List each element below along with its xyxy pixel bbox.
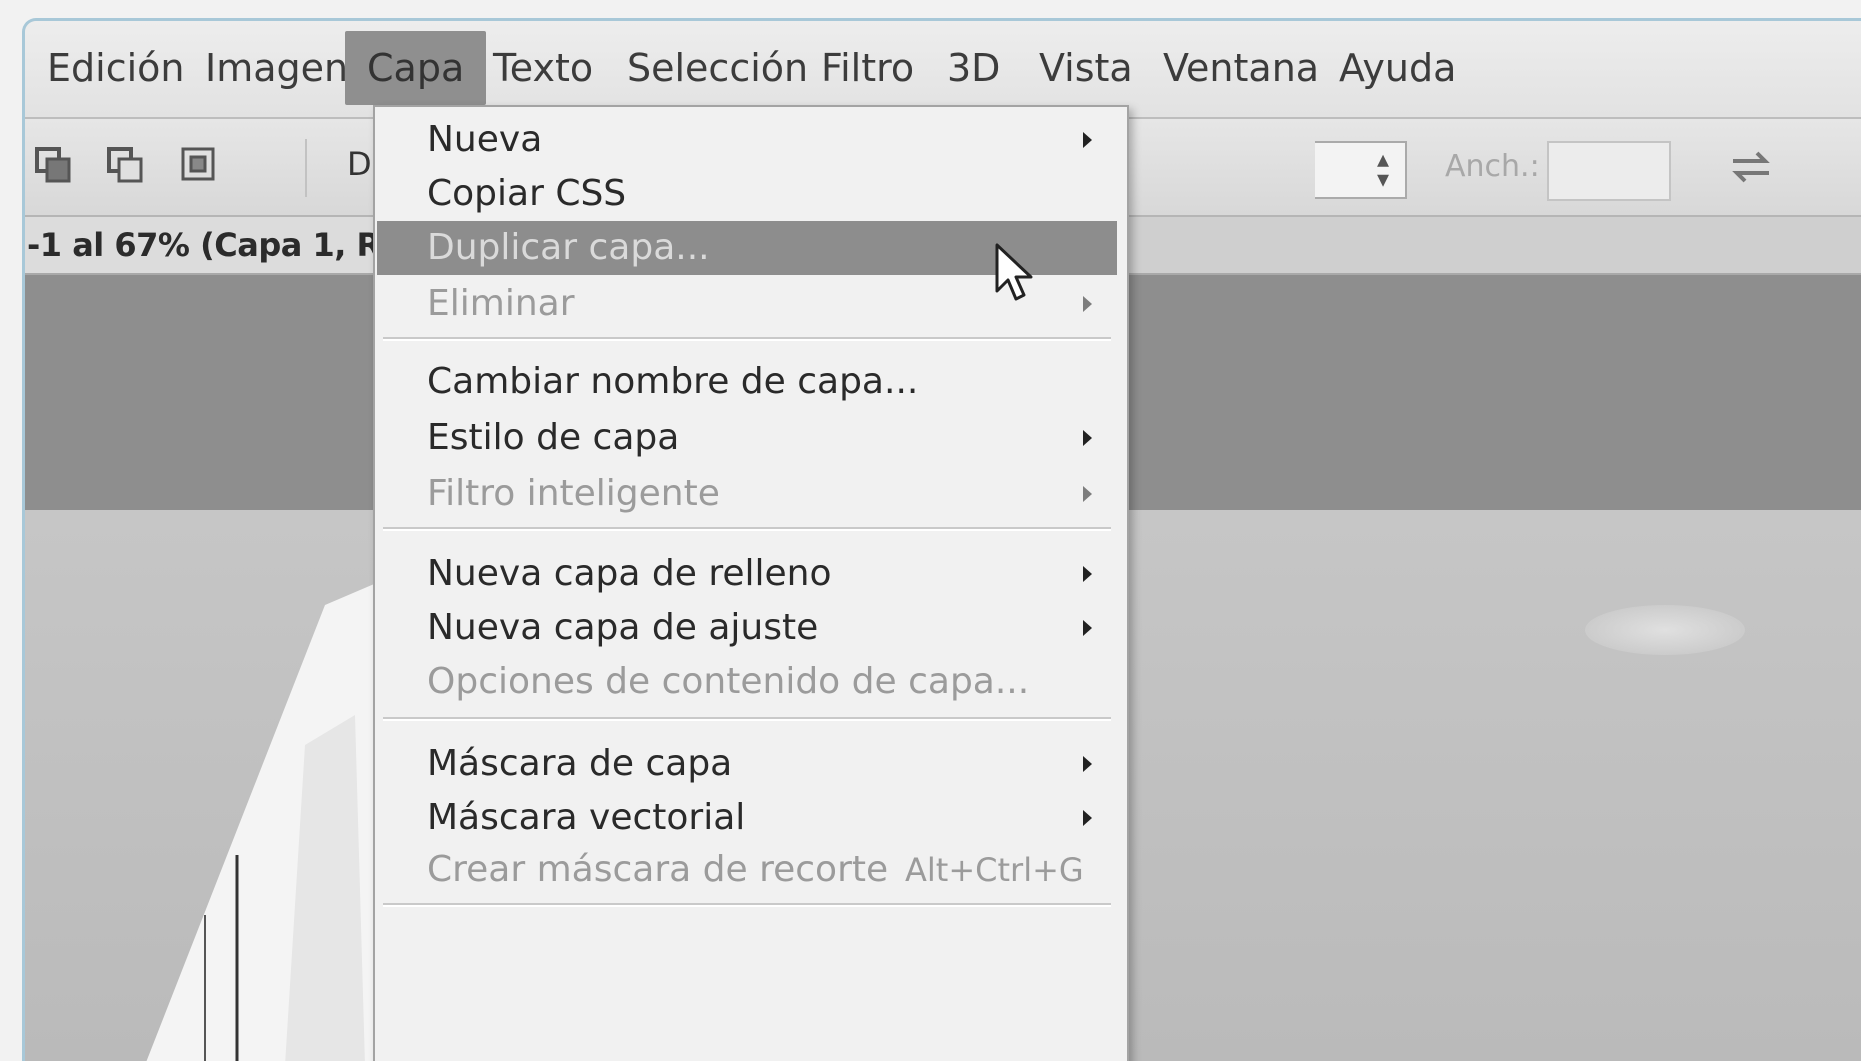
menu-item-label: Eliminar bbox=[427, 283, 575, 324]
mouse-pointer-icon bbox=[995, 243, 1033, 301]
menu-ventana[interactable]: Ventana bbox=[1141, 31, 1341, 105]
width-label: Anch.: bbox=[1445, 149, 1540, 184]
submenu-arrow-icon bbox=[1083, 132, 1092, 148]
menu-capa[interactable]: Capa bbox=[345, 31, 487, 105]
menu-item-label: Crear máscara de recorte bbox=[427, 849, 889, 890]
menu-item-crear-mascara-recorte: Crear máscara de recorte Alt+Ctrl+G bbox=[377, 843, 1117, 897]
menu-item-label: Filtro inteligente bbox=[427, 473, 720, 514]
submenu-arrow-icon bbox=[1083, 566, 1092, 582]
menu-item-opciones-contenido: Opciones de contenido de capa... bbox=[377, 655, 1117, 709]
menu-item-nueva-capa-relleno[interactable]: Nueva capa de relleno bbox=[377, 547, 1117, 601]
submenu-arrow-icon bbox=[1083, 620, 1092, 636]
menu-separator bbox=[383, 337, 1111, 341]
menu-seleccion[interactable]: Selección bbox=[605, 31, 830, 105]
menu-item-nueva-capa-ajuste[interactable]: Nueva capa de ajuste bbox=[377, 601, 1117, 655]
dropdown-arrows-icon: ▴ ▾ bbox=[1376, 145, 1389, 193]
toolbar-separator bbox=[305, 139, 307, 197]
menu-item-label: Nueva capa de ajuste bbox=[427, 607, 819, 648]
menu-item-label: Nueva capa de relleno bbox=[427, 553, 832, 594]
menu-item-estilo-de-capa[interactable]: Estilo de capa bbox=[377, 411, 1117, 465]
menu-vista[interactable]: Vista bbox=[1017, 31, 1155, 105]
menu-item-nueva[interactable]: Nueva bbox=[377, 113, 1117, 167]
menu-item-label: Cambiar nombre de capa... bbox=[427, 361, 919, 402]
menu-imagen[interactable]: Imagen bbox=[183, 31, 370, 105]
menu-separator bbox=[383, 903, 1111, 907]
layer-group-icon[interactable] bbox=[177, 143, 221, 187]
menu-item-cambiar-nombre[interactable]: Cambiar nombre de capa... bbox=[377, 355, 1117, 409]
menu-texto[interactable]: Texto bbox=[471, 31, 615, 105]
submenu-arrow-icon bbox=[1083, 296, 1092, 312]
width-input[interactable] bbox=[1547, 141, 1671, 201]
menu-ayuda[interactable]: Ayuda bbox=[1317, 31, 1478, 105]
option-dropdown[interactable]: ▴ ▾ bbox=[1315, 141, 1407, 199]
menu-item-label: Máscara vectorial bbox=[427, 797, 746, 838]
menu-item-label: Estilo de capa bbox=[427, 417, 680, 458]
menu-item-label: Nueva bbox=[427, 119, 543, 160]
menu-separator bbox=[383, 527, 1111, 531]
menu-item-label: Máscara de capa bbox=[427, 743, 733, 784]
menu-item-filtro-inteligente: Filtro inteligente bbox=[377, 467, 1117, 521]
submenu-arrow-icon bbox=[1083, 756, 1092, 772]
menu-separator bbox=[383, 717, 1111, 721]
canvas-cloud bbox=[1585, 605, 1745, 655]
menu-filtro[interactable]: Filtro bbox=[799, 31, 936, 105]
swap-arrows-icon[interactable] bbox=[1725, 145, 1777, 189]
menu-3d[interactable]: 3D bbox=[925, 31, 1022, 105]
submenu-arrow-icon bbox=[1083, 810, 1092, 826]
menu-item-mascara-vectorial[interactable]: Máscara vectorial bbox=[377, 791, 1117, 845]
submenu-arrow-icon bbox=[1083, 486, 1092, 502]
menu-item-label: Opciones de contenido de capa... bbox=[427, 661, 1030, 702]
menu-item-copiar-css[interactable]: Copiar CSS bbox=[377, 167, 1117, 221]
menu-item-mascara-de-capa[interactable]: Máscara de capa bbox=[377, 737, 1117, 791]
menu-item-label: Copiar CSS bbox=[427, 173, 627, 214]
menu-item-label: Duplicar capa... bbox=[427, 227, 710, 268]
menu-item-shortcut: Alt+Ctrl+G bbox=[905, 851, 1084, 889]
submenu-arrow-icon bbox=[1083, 430, 1092, 446]
copy-layer-icon[interactable] bbox=[103, 143, 147, 187]
menu-edicion[interactable]: Edición bbox=[25, 31, 206, 105]
new-layer-icon[interactable] bbox=[31, 143, 75, 187]
app-window: Edición Imagen Capa Texto Selección Filt… bbox=[22, 18, 1861, 1061]
